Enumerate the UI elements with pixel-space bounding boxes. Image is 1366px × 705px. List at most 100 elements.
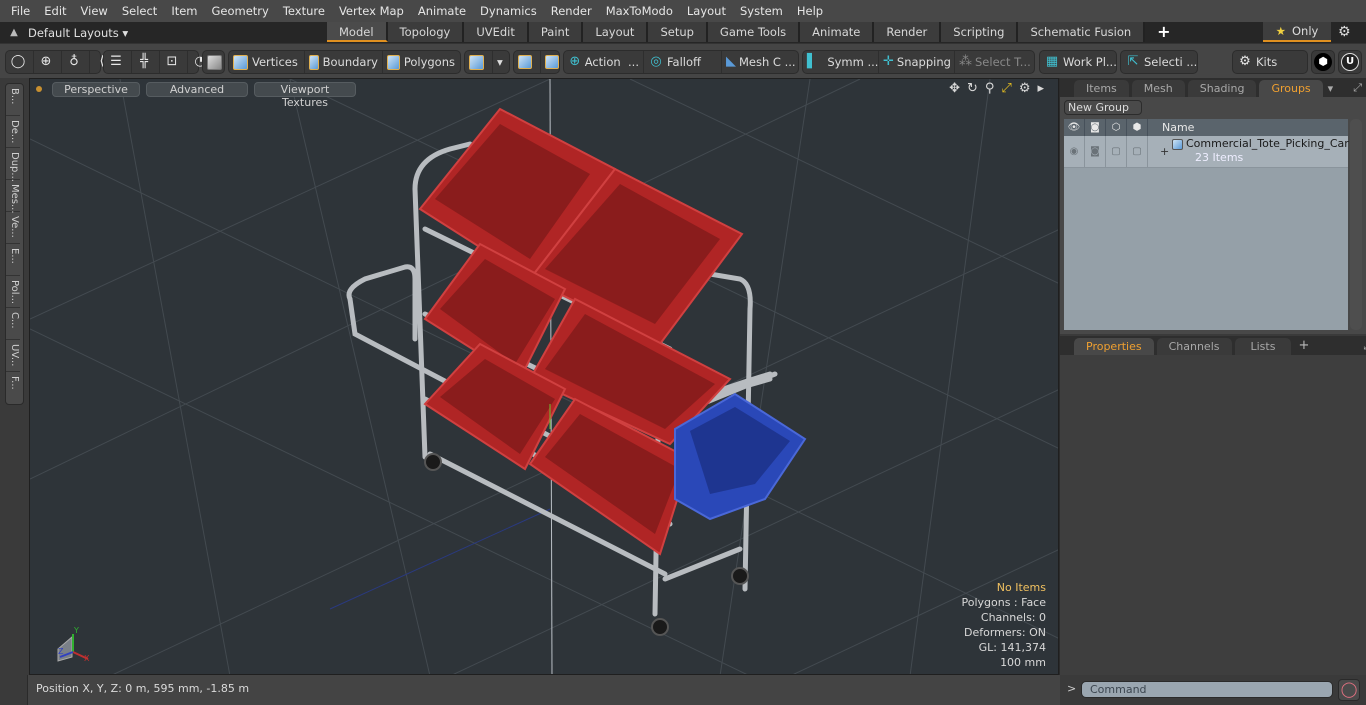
tab-schematic-fusion[interactable]: Schematic Fusion xyxy=(1018,22,1146,42)
command-input[interactable]: Command xyxy=(1081,681,1333,698)
side-tab-vertex[interactable]: Ve... xyxy=(6,212,20,244)
tab-paint[interactable]: Paint xyxy=(528,22,584,42)
globe-tool-button[interactable]: ⊕ xyxy=(34,51,62,73)
tab-channels[interactable]: Channels xyxy=(1156,338,1232,355)
collapse-up-icon[interactable]: ▲ xyxy=(0,27,28,38)
tab-properties[interactable]: Properties xyxy=(1074,338,1154,355)
view-type-button[interactable]: Perspective xyxy=(52,81,140,97)
world-transform-button[interactable] xyxy=(514,51,541,73)
group-row[interactable]: ◉ ◙ ▢ ▢ + Commercial_Tote_Picking_Car ..… xyxy=(1064,136,1363,168)
symmetry-button[interactable]: ▌ Symm ... xyxy=(803,51,879,73)
menu-maxtomodo[interactable]: MaxToModo xyxy=(599,4,680,18)
tab-uvedit[interactable]: UVEdit xyxy=(464,22,529,42)
menu-edit[interactable]: Edit xyxy=(37,4,73,18)
unreal-logo-icon[interactable]: U xyxy=(1341,53,1359,71)
render-camera-icon[interactable]: ◙ xyxy=(1085,119,1106,136)
tab-scripting[interactable]: Scripting xyxy=(941,22,1019,42)
tab-shading[interactable]: Shading xyxy=(1187,80,1257,97)
tab-game-tools[interactable]: Game Tools xyxy=(707,22,801,42)
row-lock-toggle[interactable]: ▢ xyxy=(1106,136,1127,167)
menu-vertex-map[interactable]: Vertex Map xyxy=(332,4,411,18)
unwrap-tool-button[interactable]: ╬ xyxy=(132,51,160,73)
tab-items[interactable]: Items xyxy=(1074,80,1129,97)
work-plane-button[interactable]: ▦ Work Pl... xyxy=(1040,51,1121,73)
expand-panel-icon[interactable]: ⤢ xyxy=(1353,81,1362,95)
action-center-button[interactable]: ⊕ Action ... xyxy=(564,51,644,73)
pan-icon[interactable]: ✥ xyxy=(949,81,960,96)
tab-model[interactable]: Model xyxy=(327,22,388,42)
sphere-tool-button[interactable]: ◯ xyxy=(6,51,34,73)
name-column-header[interactable]: Name xyxy=(1148,119,1194,136)
row-visibility-toggle[interactable]: ◉ xyxy=(1064,136,1085,167)
side-tab-mesh-edit[interactable]: Mes... xyxy=(6,180,20,214)
tab-render[interactable]: Render xyxy=(874,22,942,42)
side-tab-polygon[interactable]: Pol... xyxy=(6,276,20,308)
tab-layout[interactable]: Layout xyxy=(583,22,649,42)
default-layouts-dropdown[interactable]: Default Layouts ▾ xyxy=(28,26,328,40)
menu-texture[interactable]: Texture xyxy=(276,4,332,18)
maximize-icon[interactable]: ⤢ xyxy=(1001,81,1011,96)
viewport-more-arrow-icon[interactable]: ▸ xyxy=(1037,81,1044,96)
zoom-icon[interactable]: ⚲ xyxy=(985,81,995,96)
row-render-toggle[interactable]: ◙ xyxy=(1085,136,1106,167)
viewport-textures-button[interactable]: Viewport Textures xyxy=(254,81,356,109)
falloff-button[interactable]: ◎ Falloff xyxy=(644,51,722,73)
menu-geometry[interactable]: Geometry xyxy=(205,4,276,18)
visibility-eye-icon[interactable]: 👁 xyxy=(1064,119,1085,136)
snapping-button[interactable]: ✛ Snapping xyxy=(879,51,955,73)
menu-dynamics[interactable]: Dynamics xyxy=(473,4,544,18)
polygons-mode-button[interactable]: Polygons xyxy=(383,51,459,73)
orbit-icon[interactable]: ↻ xyxy=(967,81,978,96)
kits-button[interactable]: ⚙ Kits xyxy=(1233,51,1281,73)
3d-viewport[interactable]: Y X Z Perspective Advanced Viewport Text… xyxy=(29,78,1059,675)
side-tab-basic[interactable]: B... xyxy=(6,84,20,116)
tab-mesh[interactable]: Mesh ... xyxy=(1131,80,1185,112)
tab-lists[interactable]: Lists xyxy=(1234,338,1292,355)
tab-animate[interactable]: Animate xyxy=(800,22,875,42)
record-macro-icon[interactable]: ◯ xyxy=(1338,679,1360,701)
side-tab-curve[interactable]: C... xyxy=(6,308,20,340)
render-cube-icon[interactable]: ⬢ xyxy=(1314,53,1332,71)
side-tab-fusion[interactable]: F... xyxy=(6,372,20,404)
menu-system[interactable]: System xyxy=(733,4,790,18)
expand-group-toggle[interactable]: + xyxy=(1160,145,1169,158)
material-mode-button[interactable] xyxy=(465,51,493,73)
row-select-toggle[interactable]: ▢ xyxy=(1127,136,1148,167)
menu-layout[interactable]: Layout xyxy=(680,4,733,18)
viewport-menu-dot[interactable] xyxy=(36,86,42,92)
boundary-mode-button[interactable]: Boundary xyxy=(305,51,383,73)
frame-tool-button[interactable]: ⊡ xyxy=(160,51,188,73)
tabs-dropdown-icon[interactable]: ▾ xyxy=(1328,82,1334,95)
add-tab-button[interactable]: + xyxy=(1145,22,1182,42)
viewport-settings-gear-icon[interactable]: ⚙ xyxy=(1019,81,1031,96)
menu-item[interactable]: Item xyxy=(164,4,204,18)
tab-topology[interactable]: Topology xyxy=(387,22,465,42)
pen-tool-button[interactable]: ♁ xyxy=(62,51,90,73)
align-tool-button[interactable]: ☰ xyxy=(104,51,132,73)
select-through-button[interactable]: ⁂ Select T... xyxy=(955,51,1033,73)
menu-file[interactable]: File xyxy=(4,4,37,18)
menu-select[interactable]: Select xyxy=(115,4,164,18)
groups-scrollbar[interactable] xyxy=(1350,119,1362,330)
tab-setup[interactable]: Setup xyxy=(648,22,708,42)
material-dropdown-button[interactable]: ▾ xyxy=(493,51,507,73)
side-tab-deform[interactable]: De... xyxy=(6,116,20,148)
mesh-constraint-button[interactable]: ◣ Mesh C ... xyxy=(722,51,798,73)
vertices-mode-button[interactable]: Vertices xyxy=(229,51,305,73)
item-mode-button[interactable] xyxy=(203,51,230,73)
menu-render[interactable]: Render xyxy=(544,4,599,18)
only-toggle[interactable]: ★ Only xyxy=(1263,22,1331,42)
gear-icon[interactable]: ⚙ xyxy=(1338,24,1351,40)
menu-animate[interactable]: Animate xyxy=(411,4,473,18)
new-group-button[interactable]: New Group xyxy=(1064,100,1142,115)
selection-sets-button[interactable]: ⇱ Selecti ... xyxy=(1121,51,1201,73)
shading-mode-button[interactable]: Advanced xyxy=(146,81,248,97)
side-tab-uv[interactable]: UV... xyxy=(6,340,20,372)
select-cube-icon[interactable]: ⬢ xyxy=(1127,119,1148,136)
menu-view[interactable]: View xyxy=(74,4,115,18)
lock-cube-icon[interactable]: ⬡ xyxy=(1106,119,1127,136)
menu-help[interactable]: Help xyxy=(790,4,830,18)
tab-groups[interactable]: Groups xyxy=(1259,80,1323,97)
add-panel-tab-button[interactable]: + xyxy=(1298,338,1309,353)
side-tab-duplicate[interactable]: Dup... xyxy=(6,148,20,182)
